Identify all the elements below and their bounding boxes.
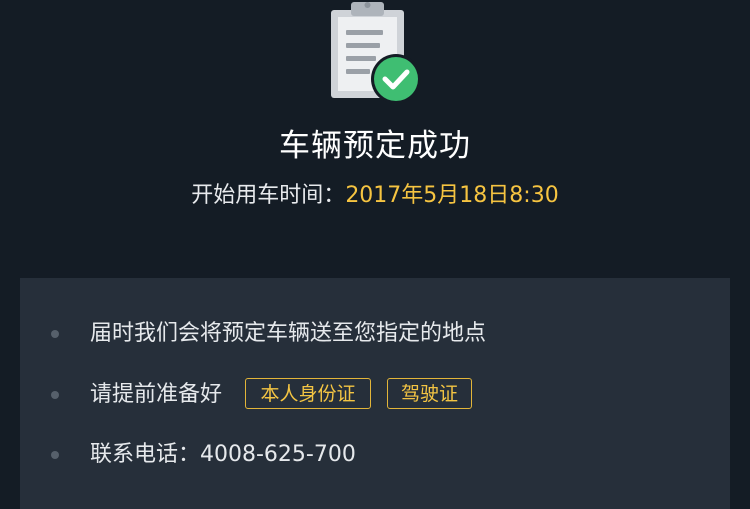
- clipboard-check-icon: [331, 2, 421, 104]
- bullet-dot-icon: [51, 330, 59, 338]
- bullet-dot-icon: [51, 451, 59, 459]
- start-time: 开始用车时间：2017年5月18日8:30: [0, 181, 750, 211]
- prepare-label: 请提前准备好: [90, 382, 223, 407]
- contact-phone[interactable]: 联系电话：4008-625-700: [90, 440, 356, 470]
- bullet-dot-icon: [51, 391, 59, 399]
- delivery-note: 届时我们会将预定车辆送至您指定的地点: [90, 321, 487, 346]
- driving-license-tag: 驾驶证: [387, 378, 472, 409]
- list-item-contact: 联系电话：4008-625-700: [20, 435, 730, 475]
- booking-notes-panel: 届时我们会将预定车辆送至您指定的地点 请提前准备好 本人身份证 驾驶证 联系电话…: [20, 278, 730, 509]
- list-item-delivery: 届时我们会将预定车辆送至您指定的地点: [20, 314, 730, 354]
- start-time-value: 2017年5月18日8:30: [345, 183, 559, 208]
- list-item-documents: 请提前准备好 本人身份证 驾驶证: [20, 375, 730, 415]
- start-time-label: 开始用车时间：: [191, 183, 346, 208]
- booking-success-header: 车辆预定成功 开始用车时间：2017年5月18日8:30: [0, 0, 750, 278]
- page-title: 车辆预定成功: [279, 128, 471, 164]
- id-card-tag: 本人身份证: [245, 378, 371, 409]
